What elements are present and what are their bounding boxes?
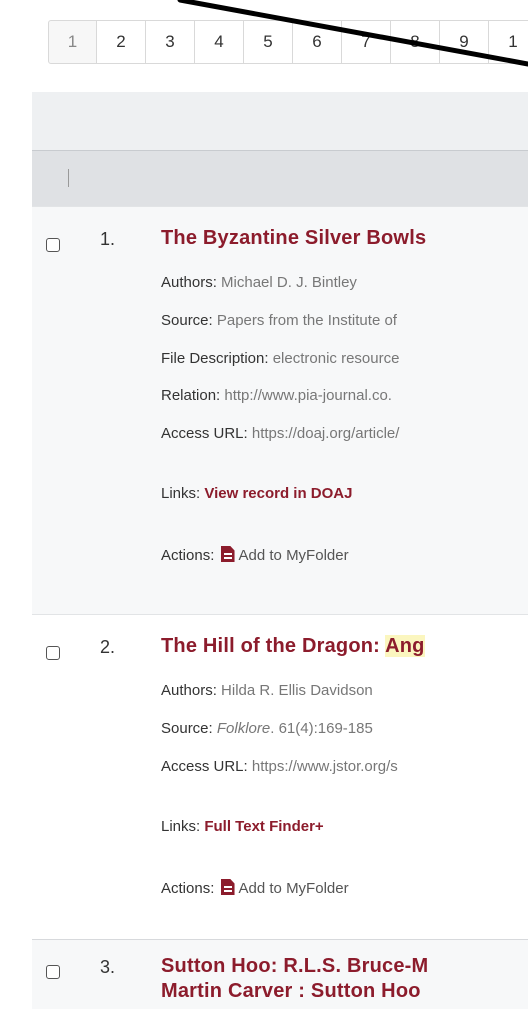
result-number: 1. [100, 229, 116, 249]
page-8-button[interactable]: 8 [391, 20, 440, 64]
result-number: 2. [100, 637, 116, 657]
authors-field: Authors: Hilda R. Ellis Davidson [161, 682, 373, 699]
file-description-value: electronic resource [268, 350, 400, 367]
page-1-button[interactable]: 1 [48, 20, 97, 64]
access-url-value[interactable]: https://www.jstor.org/s [248, 758, 398, 775]
access-url-label: Access URL: [161, 425, 248, 442]
authors-label: Authors: [161, 682, 217, 699]
relation-field: Relation: http://www.pia-journal.co. [161, 387, 392, 404]
source-label: Source: [161, 720, 213, 737]
actions-label: Actions: [161, 547, 215, 564]
authors-value[interactable]: Hilda R. Ellis Davidson [217, 682, 373, 699]
source-field: Source: Papers from the Institute of [161, 312, 397, 329]
result-title-link[interactable]: The Byzantine Silver Bowls [161, 227, 426, 250]
links-field: Links: View record in DOAJ [161, 485, 352, 502]
authors-label: Authors: [161, 274, 217, 291]
folder-add-icon [220, 879, 235, 895]
result-item: 3. Sutton Hoo: R.L.S. Bruce-M Martin Car… [32, 939, 528, 1009]
page-7-button[interactable]: 7 [342, 20, 391, 64]
result-title-link[interactable]: Sutton Hoo: R.L.S. Bruce-M [161, 955, 428, 978]
divider [68, 169, 69, 187]
page-3-button[interactable]: 3 [146, 20, 195, 64]
page-6-button[interactable]: 6 [293, 20, 342, 64]
links-field: Links: Full Text Finder+ [161, 818, 324, 835]
page-9-button[interactable]: 9 [440, 20, 489, 64]
result-number: 3. [100, 957, 116, 977]
source-field: Source: Folklore. 61(4):169-185 [161, 720, 373, 737]
file-description-label: File Description: [161, 350, 269, 367]
authors-value[interactable]: Michael D. J. Bintley [217, 274, 357, 291]
full-text-finder-link[interactable]: Full Text Finder+ [204, 818, 323, 835]
page-2-button[interactable]: 2 [97, 20, 146, 64]
pagination: 1 2 3 4 5 6 7 8 9 1 [48, 20, 528, 66]
file-description-field: File Description: electronic resource [161, 350, 399, 367]
folder-add-icon [220, 546, 235, 562]
source-journal: Folklore [216, 720, 271, 737]
result-item: 2. The Hill of the Dragon: Ang Authors: … [32, 614, 528, 940]
access-url-label: Access URL: [161, 758, 248, 775]
title-highlight: Ang [385, 635, 425, 657]
add-to-myfolder-link[interactable]: Add to MyFolder [239, 880, 349, 897]
select-checkbox[interactable] [46, 238, 60, 252]
add-to-myfolder-link[interactable]: Add to MyFolder [239, 547, 349, 564]
access-url-field: Access URL: https://www.jstor.org/s [161, 758, 398, 775]
links-label: Links: [161, 485, 201, 502]
view-record-link[interactable]: View record in DOAJ [204, 485, 352, 502]
select-checkbox[interactable] [46, 965, 60, 979]
title-text: The Hill of the Dragon: [161, 635, 386, 657]
access-url-value[interactable]: https://doaj.org/article/ [248, 425, 400, 442]
actions-field: Actions: Add to MyFolder [161, 879, 349, 897]
actions-label: Actions: [161, 880, 215, 897]
links-label: Links: [161, 818, 201, 835]
select-checkbox[interactable] [46, 646, 60, 660]
actions-field: Actions: Add to MyFolder [161, 546, 349, 564]
page-10-button[interactable]: 1 [489, 20, 528, 64]
result-title-link[interactable]: The Hill of the Dragon: Ang [161, 635, 425, 658]
page-5-button[interactable]: 5 [244, 20, 293, 64]
results-toolbar [32, 92, 528, 150]
relation-label: Relation: [161, 387, 221, 404]
result-title-line2[interactable]: Martin Carver : Sutton Hoo [161, 980, 421, 1003]
source-details: . 61(4):169-185 [270, 720, 373, 737]
source-value: Papers from the Institute of [212, 312, 397, 329]
source-label: Source: [161, 312, 213, 329]
authors-field: Authors: Michael D. J. Bintley [161, 274, 357, 291]
relation-value: http://www.pia-journal.co. [220, 387, 392, 404]
result-item: 1. The Byzantine Silver Bowls Authors: M… [32, 206, 528, 615]
results-header [32, 150, 528, 207]
page-4-button[interactable]: 4 [195, 20, 244, 64]
access-url-field: Access URL: https://doaj.org/article/ [161, 425, 399, 442]
